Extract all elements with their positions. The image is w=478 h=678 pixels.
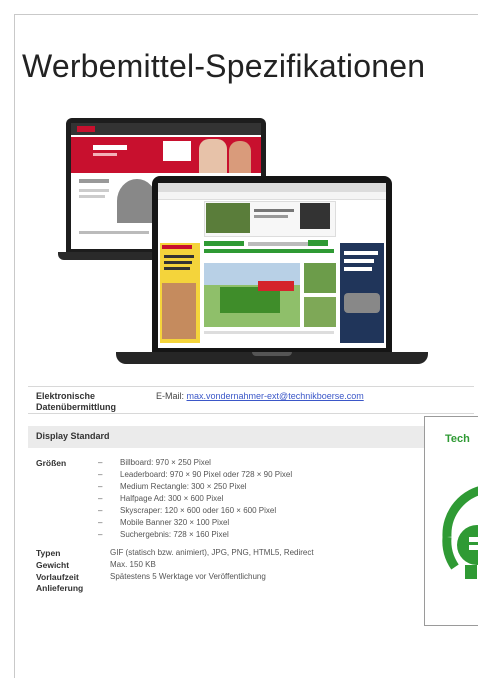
types-value: GIF (statisch bzw. animiert), JPG, PNG, … — [110, 548, 314, 557]
electronic-transmission-label: Elektronische Datenübermittlung — [36, 391, 116, 412]
sizes-label: Größen — [36, 458, 67, 468]
email-prefix: E-Mail: — [156, 391, 187, 401]
weight-label: Gewicht — [36, 560, 70, 570]
email-line: E-Mail: max.vondernahmer-ext@technikboer… — [156, 391, 364, 401]
laptop-front-image — [116, 176, 428, 372]
display-standard-header: Display Standard — [28, 426, 474, 448]
size-item: – Skyscraper: 120 × 600 oder 160 × 600 Pi… — [98, 506, 277, 515]
size-item: – Suchergebnis: 728 × 160 Pixel — [98, 530, 229, 539]
lead-time-label: Vorlaufzeit Anlieferung — [36, 572, 84, 593]
badge-text: Tech — [445, 433, 470, 445]
display-standard-title: Display Standard — [36, 431, 110, 441]
lead-time-value: Spätestens 5 Werktage vor Veröffentlichu… — [110, 572, 266, 581]
email-link[interactable]: max.vondernahmer-ext@technikboerse.com — [187, 391, 364, 401]
size-item: – Leaderboard: 970 × 90 Pixel oder 728 × … — [98, 470, 293, 479]
technikboerse-logo-icon — [442, 486, 478, 579]
size-item: – Mobile Banner 320 × 100 Pixel — [98, 518, 230, 527]
electronic-transmission-row: Elektronische Datenübermittlung E-Mail: … — [28, 386, 474, 414]
page-title: Werbemittel-Spezifikationen — [22, 48, 426, 84]
types-label: Typen — [36, 548, 61, 558]
size-item: – Billboard: 970 × 250 Pixel — [98, 458, 211, 467]
weight-value: Max. 150 KB — [110, 560, 156, 569]
size-item: – Halfpage Ad: 300 × 600 Pixel — [98, 494, 224, 503]
technikboerse-badge: Tech — [424, 416, 478, 626]
size-item: – Medium Rectangle: 300 × 250 Pixel — [98, 482, 247, 491]
